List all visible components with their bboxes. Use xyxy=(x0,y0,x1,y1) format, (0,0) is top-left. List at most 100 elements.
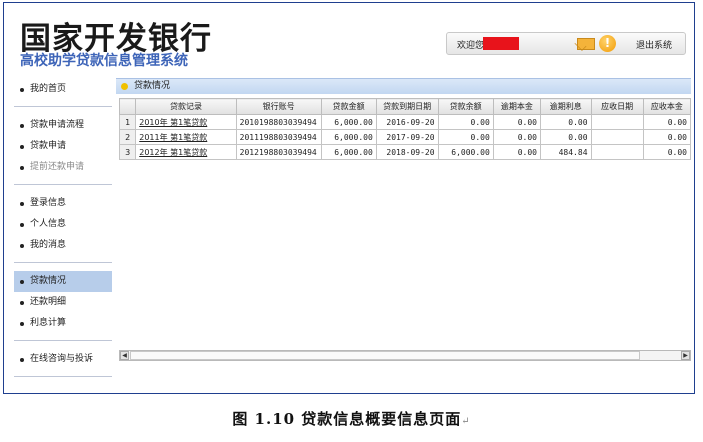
sidebar-item-login-info[interactable]: 登录信息 xyxy=(14,193,112,214)
bullet-icon xyxy=(20,322,24,326)
sidebar-item-label: 还款明细 xyxy=(30,297,67,307)
cell-receivable-principal: 0.00 xyxy=(642,129,691,145)
cell-due-date: 2018-09-20 xyxy=(375,144,439,160)
loan-record-link[interactable]: 2011年 第1笔贷款 xyxy=(135,129,237,145)
sidebar-item-label: 个人信息 xyxy=(30,219,67,229)
row-number-header xyxy=(119,98,137,115)
bullet-icon xyxy=(20,145,24,149)
column-header: 贷款到期日期 xyxy=(375,98,439,115)
loan-panel: 贷款情况 贷款记录 银行账号 贷款金额 贷款到期日期 贷款余额 逾期本金 逾期利… xyxy=(116,78,691,361)
bullet-icon xyxy=(20,223,24,227)
panel-title-icon xyxy=(121,83,128,90)
row-number: 3 xyxy=(119,144,137,160)
loan-record-link[interactable]: 2010年 第1笔贷款 xyxy=(135,114,237,130)
cell-overdue-interest: 0.00 xyxy=(539,129,592,145)
header: 国家开发银行 高校助学贷款信息管理系统 欢迎您 ! 退出系统 xyxy=(4,3,694,75)
cell-account: 2011198803039494 xyxy=(235,129,322,145)
sidebar-item-repay-detail[interactable]: 还款明细 xyxy=(14,292,112,313)
column-header: 贷款金额 xyxy=(320,98,377,115)
sidebar-item-loan-status[interactable]: 贷款情况 xyxy=(14,271,112,292)
column-header: 应收日期 xyxy=(590,98,644,115)
sidebar-item-loan-apply[interactable]: 贷款申请 xyxy=(14,136,112,157)
column-header: 逾期利息 xyxy=(539,98,592,115)
cell-receivable-principal: 0.00 xyxy=(642,114,691,130)
cell-receivable-date xyxy=(590,114,644,130)
username-redacted xyxy=(483,37,519,50)
nav-group-home: 我的首页 xyxy=(14,77,112,107)
logout-link[interactable]: 退出系统 xyxy=(636,38,672,51)
sidebar-item-label: 利息计算 xyxy=(30,318,67,328)
column-header: 贷款记录 xyxy=(135,98,237,115)
cell-account: 2010198803039494 xyxy=(235,114,322,130)
cell-overdue-principal: 0.00 xyxy=(492,114,541,130)
sidebar-nav: 我的首页 贷款申请流程 贷款申请 提前还款申请 登录信息 个人信息 我的消息 贷… xyxy=(14,77,112,383)
cell-overdue-principal: 0.00 xyxy=(492,129,541,145)
sidebar-item-label: 贷款情况 xyxy=(30,276,67,286)
figure-caption-text: 图 1.10 贷款信息概要信息页面 xyxy=(232,410,462,428)
nav-group-loan-apply: 贷款申请流程 贷款申请 提前还款申请 xyxy=(14,113,112,185)
scroll-right-icon[interactable]: ▶ xyxy=(681,351,690,360)
cell-overdue-interest: 484.84 xyxy=(539,144,592,160)
column-header: 逾期本金 xyxy=(492,98,541,115)
bullet-icon xyxy=(20,202,24,206)
cell-balance: 0.00 xyxy=(437,114,494,130)
loan-record-link[interactable]: 2012年 第1笔贷款 xyxy=(135,144,237,160)
bullet-icon xyxy=(20,358,24,362)
table-header-row: 贷款记录 银行账号 贷款金额 贷款到期日期 贷款余额 逾期本金 逾期利息 应收日… xyxy=(119,98,691,115)
cell-balance: 6,000.00 xyxy=(437,144,494,160)
sidebar-item-consult[interactable]: 在线咨询与投诉 xyxy=(14,349,112,370)
sidebar-item-early-repay[interactable]: 提前还款申请 xyxy=(14,157,112,178)
bullet-icon xyxy=(20,301,24,305)
cell-receivable-principal: 0.00 xyxy=(642,144,691,160)
cell-due-date: 2017-09-20 xyxy=(375,129,439,145)
user-bar: 欢迎您 ! 退出系统 xyxy=(446,32,686,55)
sidebar-item-loan-process[interactable]: 贷款申请流程 xyxy=(14,115,112,136)
sidebar-item-home[interactable]: 我的首页 xyxy=(14,79,112,100)
row-number: 2 xyxy=(119,129,137,145)
figure-caption: 图 1.10 贷款信息概要信息页面↵ xyxy=(0,408,703,429)
cell-overdue-interest: 0.00 xyxy=(539,114,592,130)
column-header: 贷款余额 xyxy=(437,98,494,115)
bullet-icon xyxy=(20,280,24,284)
sidebar-item-label: 贷款申请流程 xyxy=(30,120,85,130)
table-row: 3 2012年 第1笔贷款 2012198803039494 6,000.00 … xyxy=(119,144,691,160)
cell-account: 2012198803039494 xyxy=(235,144,322,160)
cell-overdue-principal: 0.00 xyxy=(492,144,541,160)
sidebar-item-label: 贷款申请 xyxy=(30,141,67,151)
horizontal-scrollbar[interactable]: ◀ ▶ xyxy=(119,350,691,361)
sidebar-item-interest-calc[interactable]: 利息计算 xyxy=(14,313,112,334)
loan-table-container: 贷款记录 银行账号 贷款金额 贷款到期日期 贷款余额 逾期本金 逾期利息 应收日… xyxy=(119,98,691,335)
row-number: 1 xyxy=(119,114,137,130)
system-title: 高校助学贷款信息管理系统 xyxy=(20,53,188,69)
panel-title: 贷款情况 xyxy=(134,81,171,91)
nav-group-support: 在线咨询与投诉 xyxy=(14,347,112,377)
nav-group-loan-info: 贷款情况 还款明细 利息计算 xyxy=(14,269,112,341)
column-header: 应收本金 xyxy=(642,98,691,115)
return-mark-icon: ↵ xyxy=(461,416,471,427)
nav-group-account: 登录信息 个人信息 我的消息 xyxy=(14,191,112,263)
cell-receivable-date xyxy=(590,129,644,145)
cell-amount: 6,000.00 xyxy=(320,144,377,160)
sidebar-item-label: 登录信息 xyxy=(30,198,67,208)
sidebar-item-label: 在线咨询与投诉 xyxy=(30,354,94,364)
cell-due-date: 2016-09-20 xyxy=(375,114,439,130)
scroll-thumb[interactable] xyxy=(130,351,640,360)
loan-table: 贷款记录 银行账号 贷款金额 贷款到期日期 贷款余额 逾期本金 逾期利息 应收日… xyxy=(119,98,691,160)
column-header: 银行账号 xyxy=(235,98,322,115)
alert-icon[interactable]: ! xyxy=(599,35,616,52)
mail-icon[interactable] xyxy=(577,38,595,50)
bullet-icon xyxy=(20,244,24,248)
sidebar-item-personal-info[interactable]: 个人信息 xyxy=(14,214,112,235)
cell-receivable-date xyxy=(590,144,644,160)
table-row: 1 2010年 第1笔贷款 2010198803039494 6,000.00 … xyxy=(119,114,691,130)
cell-balance: 0.00 xyxy=(437,129,494,145)
app-window: 国家开发银行 高校助学贷款信息管理系统 欢迎您 ! 退出系统 我的首页 贷款申请… xyxy=(3,2,695,394)
bullet-icon xyxy=(20,88,24,92)
welcome-label: 欢迎您 xyxy=(457,41,485,51)
sidebar-item-label: 提前还款申请 xyxy=(30,162,85,172)
cell-amount: 6,000.00 xyxy=(320,129,377,145)
panel-header: 贷款情况 xyxy=(116,78,691,94)
sidebar-item-messages[interactable]: 我的消息 xyxy=(14,235,112,256)
scroll-left-icon[interactable]: ◀ xyxy=(120,351,129,360)
sidebar-item-label: 我的首页 xyxy=(30,84,67,94)
